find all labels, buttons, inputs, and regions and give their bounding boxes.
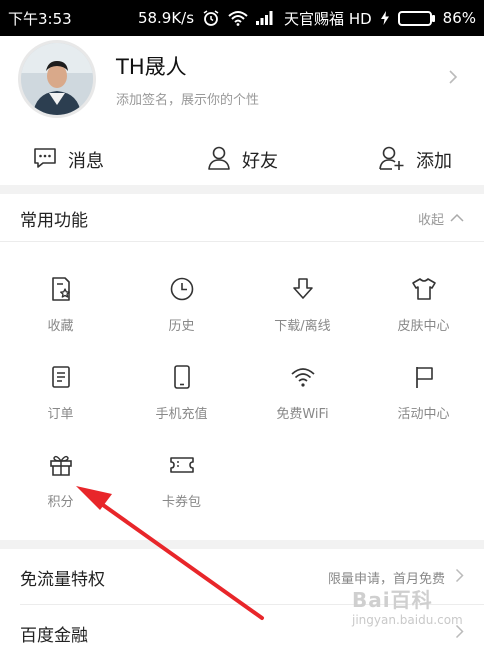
add-friend-icon [378,145,406,176]
grid-label: 下载/离线 [274,319,331,334]
grid-item-orders[interactable]: 订单 [0,352,121,440]
wifi-icon [290,364,316,394]
grid-label: 历史 [168,319,195,334]
messages-label: 消息 [68,151,104,172]
chevron-right-icon [448,69,458,89]
section-divider [0,540,484,549]
grid-item-favorites[interactable]: 收藏 [0,264,121,352]
favorites-icon [48,276,74,306]
grid-item-skin-center[interactable]: 皮肤中心 [363,264,484,352]
status-time: 下午3:53 [8,9,72,28]
profile-signature: 添加签名，展示你的个性 [116,92,260,108]
carrier-name: 天官赐福 HD [284,9,372,28]
wifi-signal-icon [228,10,248,26]
collapse-label: 收起 [417,213,444,228]
status-bar: 下午3:53 58.9K/s 天官赐福 HD 86% [0,0,484,36]
cell-signal-icon [256,11,276,25]
add-friend-label: 添加 [416,151,452,172]
messages-button[interactable]: 消息 [0,138,172,182]
watermark-logo: Bai百科 [352,588,433,612]
friends-label: 好友 [242,151,278,172]
grid-item-coupons[interactable]: 卡券包 [121,440,242,528]
flag-icon [411,364,437,394]
collapse-button[interactable]: 收起 [418,209,464,228]
friends-button[interactable]: 好友 [172,138,312,182]
row-title: 免流量特权 [20,569,105,590]
common-functions-header: 常用功能 收起 [0,196,484,242]
watermark: Bai百科 jingyan.baidu.com [352,584,472,644]
grid-item-download[interactable]: 下载/离线 [242,264,363,352]
common-functions-title: 常用功能 [20,211,88,231]
grid-label: 卡券包 [161,495,201,510]
profile-header[interactable]: TH晟人 添加签名，展示你的个性 [0,36,484,122]
grid-label: 活动中心 [397,407,450,422]
grid-item-points[interactable]: 积分 [0,440,121,528]
row-title: 百度金融 [20,625,88,646]
section-divider [0,185,484,194]
friend-icon [206,145,232,176]
skin-icon [411,276,437,306]
chevron-up-icon [450,211,464,226]
add-friend-button[interactable]: 添加 [312,138,484,182]
grid-item-history[interactable]: 历史 [121,264,242,352]
grid-label: 手机充值 [155,407,208,422]
grid-label: 免费WiFi [276,407,329,422]
social-bar: 消息 好友 添加 [0,138,484,182]
grid-label: 订单 [47,407,74,422]
battery-icon [397,10,435,26]
grid-item-phone-recharge[interactable]: 手机充值 [121,352,242,440]
gift-icon [48,452,74,482]
grid-item-free-wifi[interactable]: 免费WiFi [242,352,363,440]
grid-label: 皮肤中心 [397,319,450,334]
avatar[interactable] [18,40,96,118]
download-icon [290,276,316,306]
function-grid: 收藏 历史 下载/离线 皮肤中心 订单 手机充值 免费WiFi 活动中心 积分 … [0,264,484,528]
watermark-url: jingyan.baidu.com [352,613,463,627]
history-icon [169,276,195,306]
phone-icon [169,364,195,394]
order-icon [48,364,74,394]
message-icon [32,146,58,175]
charging-icon [380,11,390,25]
grid-label: 积分 [47,495,74,510]
grid-item-activity-center[interactable]: 活动中心 [363,352,484,440]
battery-percent: 86% [442,9,476,27]
ticket-icon [169,452,195,482]
alarm-icon [202,9,220,27]
profile-name: TH晟人 [116,54,187,79]
grid-label: 收藏 [47,319,74,334]
network-speed: 58.9K/s [137,9,195,27]
